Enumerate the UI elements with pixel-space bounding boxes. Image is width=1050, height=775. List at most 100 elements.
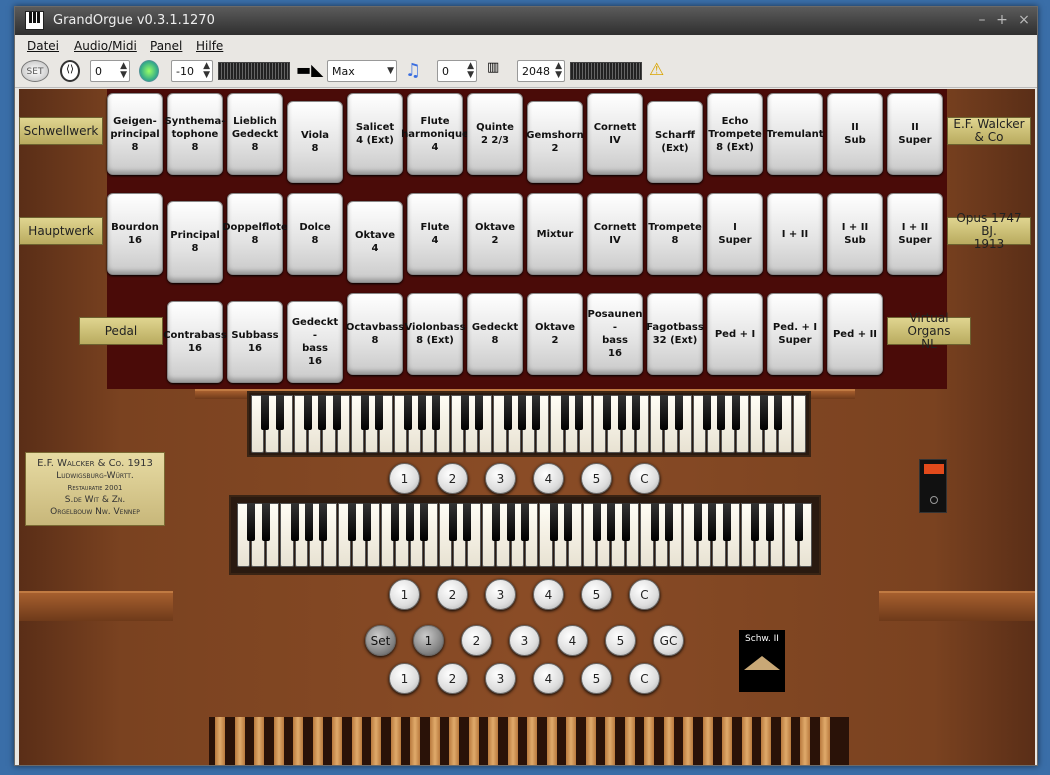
stop-knob[interactable]: II Sub: [827, 93, 883, 175]
menu-audio-midi[interactable]: Audio/Midi: [74, 39, 137, 53]
black-key[interactable]: [722, 503, 731, 542]
piston-button[interactable]: 3: [485, 579, 516, 610]
black-key[interactable]: [717, 395, 726, 430]
black-key[interactable]: [492, 503, 501, 542]
black-key[interactable]: [617, 395, 626, 430]
piston-button[interactable]: C: [629, 463, 660, 494]
stop-knob[interactable]: Posaunen - bass 16: [587, 293, 643, 375]
manual-keys[interactable]: [237, 503, 813, 567]
black-key[interactable]: [405, 503, 414, 542]
black-key[interactable]: [693, 503, 702, 542]
black-key[interactable]: [305, 503, 313, 542]
spin-arrows-icon[interactable]: ▲ ▼: [203, 62, 210, 80]
piston-button[interactable]: Set: [365, 625, 396, 656]
pedal-key[interactable]: [722, 717, 732, 765]
black-key[interactable]: [760, 395, 769, 430]
black-key[interactable]: [463, 503, 472, 542]
piston-button[interactable]: 5: [581, 663, 612, 694]
piston-button[interactable]: 5: [581, 463, 612, 494]
pedal-key[interactable]: [390, 717, 401, 765]
keyboard-lower[interactable]: [229, 495, 821, 575]
power-switch[interactable]: [919, 459, 947, 513]
polyphony-mode-select[interactable]: Max ▼: [327, 60, 397, 82]
black-key[interactable]: [774, 395, 783, 430]
black-key[interactable]: [432, 395, 441, 430]
stop-knob[interactable]: Gedeckt - bass 16: [287, 301, 343, 383]
pedal-key[interactable]: [585, 717, 596, 765]
stop-knob[interactable]: Bourdon 16: [107, 193, 163, 275]
piston-button[interactable]: 5: [581, 579, 612, 610]
pedal-key[interactable]: [449, 717, 459, 765]
piston-button[interactable]: 1: [389, 663, 420, 694]
black-key[interactable]: [794, 503, 803, 542]
stop-knob[interactable]: I + II Super: [887, 193, 943, 275]
set-button[interactable]: SET: [21, 60, 49, 82]
stop-knob[interactable]: Subbass 16: [227, 301, 283, 383]
stop-knob[interactable]: Tremulant: [766, 93, 824, 175]
stop-knob[interactable]: Echo Trompete 8 (Ext): [707, 93, 763, 175]
volume-spinner[interactable]: -10 ▲ ▼: [171, 60, 213, 82]
piston-button[interactable]: 4: [533, 579, 564, 610]
black-key[interactable]: [332, 395, 341, 430]
spin-arrows-icon[interactable]: ▲ ▼: [120, 62, 127, 80]
stop-knob[interactable]: Synthema- tophone 8: [165, 93, 225, 175]
pedal-key[interactable]: [468, 717, 479, 765]
stop-knob[interactable]: II Super: [887, 93, 943, 175]
pedal-key[interactable]: [761, 717, 771, 765]
black-key[interactable]: [665, 503, 673, 542]
stop-knob[interactable]: Flute 4: [407, 193, 463, 275]
stop-knob[interactable]: I Super: [707, 193, 763, 275]
pedal-key[interactable]: [351, 717, 362, 765]
pedal-key[interactable]: [488, 717, 498, 765]
stop-knob[interactable]: Cornett IV: [587, 193, 643, 275]
piston-button[interactable]: 4: [533, 463, 564, 494]
piston-button[interactable]: 1: [389, 463, 420, 494]
stop-knob[interactable]: Oktave 2: [527, 293, 583, 375]
pedal-key[interactable]: [527, 717, 537, 765]
maximize-icon[interactable]: +: [993, 11, 1011, 29]
stop-knob[interactable]: Quinte 2 2/3: [467, 93, 523, 175]
black-key[interactable]: [460, 395, 469, 430]
black-key[interactable]: [603, 395, 612, 430]
pedal-key[interactable]: [215, 717, 225, 765]
black-key[interactable]: [304, 395, 313, 430]
pedal-key[interactable]: [546, 717, 557, 765]
black-key[interactable]: [506, 503, 515, 542]
pedal-key[interactable]: [702, 717, 713, 765]
black-key[interactable]: [403, 395, 412, 430]
stop-knob[interactable]: Oktave 4: [347, 201, 403, 283]
pedal-key[interactable]: [800, 717, 810, 765]
black-key[interactable]: [574, 395, 583, 430]
piston-button[interactable]: 3: [485, 663, 516, 694]
spin-arrows-icon[interactable]: ▲ ▼: [467, 62, 474, 80]
stop-knob[interactable]: Mixtur: [527, 193, 583, 275]
stop-knob[interactable]: Octavbass 8: [346, 293, 404, 375]
black-key[interactable]: [731, 395, 740, 430]
black-key[interactable]: [631, 395, 640, 430]
stop-knob[interactable]: Viola 8: [287, 101, 343, 183]
close-icon[interactable]: ×: [1015, 11, 1033, 29]
black-key[interactable]: [361, 395, 370, 430]
menu-hilfe[interactable]: Hilfe: [196, 39, 223, 53]
black-key[interactable]: [348, 503, 357, 542]
pedal-key[interactable]: [410, 717, 420, 765]
pedalboard[interactable]: [209, 717, 849, 765]
piston-button[interactable]: 1: [413, 625, 444, 656]
pedal-key[interactable]: [273, 717, 284, 765]
black-key[interactable]: [607, 503, 616, 542]
stop-knob[interactable]: Cornett IV: [587, 93, 643, 175]
black-key[interactable]: [564, 503, 573, 542]
black-key[interactable]: [362, 503, 371, 542]
black-key[interactable]: [261, 503, 270, 542]
pedal-key[interactable]: [371, 717, 381, 765]
pedal-key[interactable]: [663, 717, 674, 765]
black-key[interactable]: [275, 395, 284, 430]
pedal-key[interactable]: [566, 717, 576, 765]
black-key[interactable]: [765, 503, 774, 542]
piston-button[interactable]: 2: [437, 463, 468, 494]
menu-datei[interactable]: Datei: [27, 39, 59, 53]
stop-knob[interactable]: Salicet 4 (Ext): [347, 93, 403, 175]
memory-spinner[interactable]: 0 ▲ ▼: [90, 60, 130, 82]
pedal-key[interactable]: [332, 717, 342, 765]
black-key[interactable]: [449, 503, 457, 542]
